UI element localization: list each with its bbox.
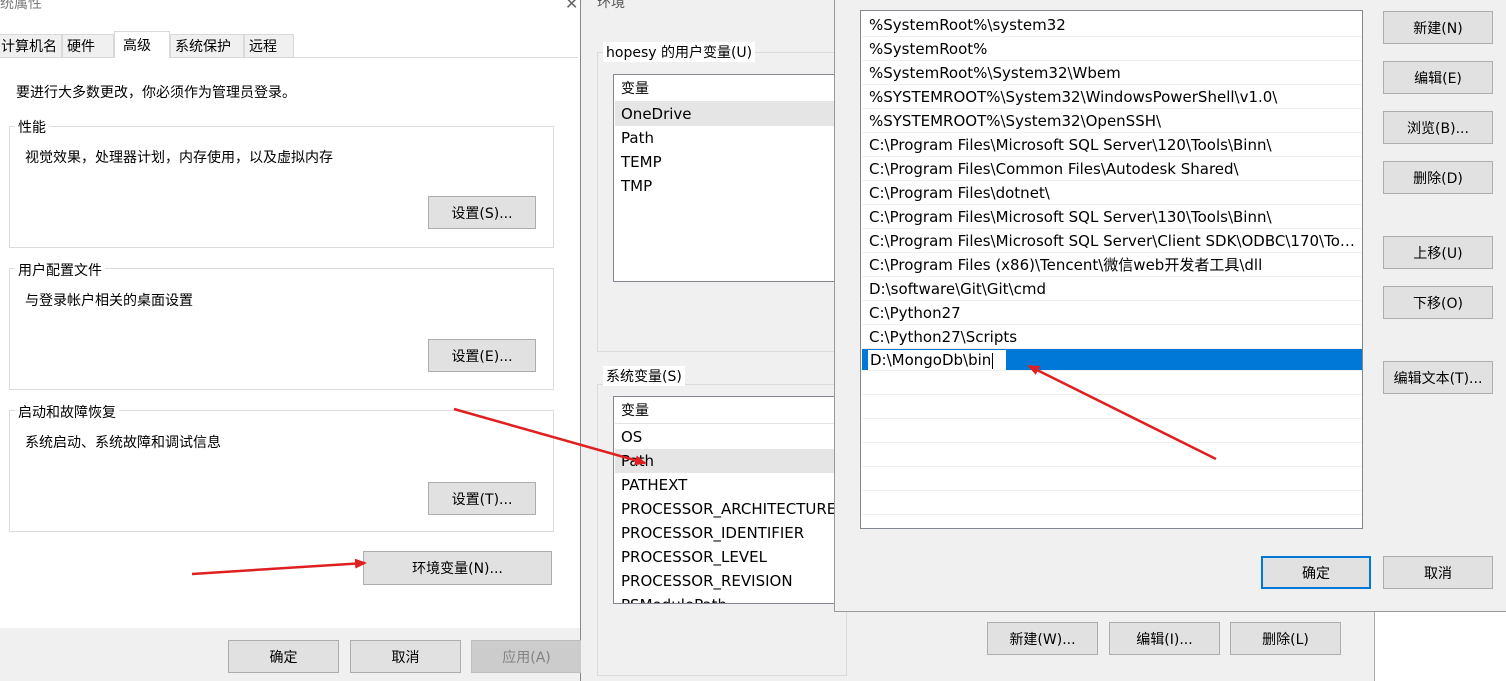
apply-button[interactable]: 应用(A) (471, 640, 582, 673)
path-edit-field[interactable]: D:\MongoDb\bin (867, 349, 1007, 370)
edit-text-button[interactable]: 编辑文本(T)... (1383, 361, 1493, 394)
move-down-button[interactable]: 下移(O) (1383, 286, 1493, 319)
system-vars-title: 系统变量(S) (603, 366, 685, 386)
path-entry[interactable]: C:\Program Files\dotnet\ (862, 181, 1362, 205)
list-item[interactable]: PSModulePath (615, 593, 842, 603)
cancel-button[interactable]: 取消 (350, 640, 461, 673)
edit-variable-button[interactable]: 编辑(I)... (1109, 622, 1220, 655)
user-vars-header[interactable]: 变量 (615, 76, 835, 102)
performance-title: 性能 (15, 117, 49, 137)
list-item[interactable]: OneDrive (615, 102, 842, 126)
path-entry[interactable]: C:\Program Files\Microsoft SQL Server\Cl… (862, 229, 1362, 253)
empty-row (862, 491, 1362, 515)
advanced-panel: 要进行大多数更改，你必须作为管理员登录。 性能 视觉效果，处理器计划，内存使用，… (0, 57, 578, 623)
window-title: 统属性 (0, 0, 42, 12)
path-entry[interactable]: C:\Program Files\Microsoft SQL Server\12… (862, 133, 1362, 157)
performance-group (9, 126, 554, 248)
ok-button[interactable]: 确定 (1261, 556, 1371, 589)
browse-button[interactable]: 浏览(B)... (1383, 111, 1493, 144)
tab-computer-name[interactable]: 计算机名 (0, 34, 62, 57)
path-entry[interactable]: C:\Program Files\Microsoft SQL Server\13… (862, 205, 1362, 229)
user-profile-settings-button[interactable]: 设置(E)... (428, 339, 536, 372)
path-entry[interactable]: %SystemRoot%\system32 (862, 13, 1362, 37)
user-vars-list[interactable]: 变量 OneDrive Path TEMP TMP (613, 74, 843, 282)
system-vars-list[interactable]: 变量 OS Path PATHEXT PROCESSOR_ARCHITECTUR… (613, 396, 843, 604)
window-title: 环境 (597, 0, 625, 11)
startup-recovery-desc: 系统启动、系统故障和调试信息 (25, 435, 221, 451)
user-profile-desc: 与登录帐户相关的桌面设置 (25, 293, 193, 309)
list-item[interactable]: Path (615, 126, 842, 150)
user-vars-title: hopesy 的用户变量(U) (603, 42, 756, 62)
edit-path-button[interactable]: 编辑(E) (1383, 61, 1493, 94)
path-entry[interactable]: %SystemRoot%\System32\Wbem (862, 61, 1362, 85)
path-entry[interactable]: %SYSTEMROOT%\System32\OpenSSH\ (862, 109, 1362, 133)
new-path-button[interactable]: 新建(N) (1383, 11, 1493, 44)
path-entry-selected[interactable]: D:\MongoDb\bin (862, 349, 1362, 371)
path-entry[interactable]: %SYSTEMROOT%\System32\WindowsPowerShell\… (862, 85, 1362, 109)
list-item[interactable]: Path (615, 449, 842, 473)
path-entry[interactable]: D:\software\Git\Git\cmd (862, 277, 1362, 301)
path-entries-list[interactable]: %SystemRoot%\system32 %SystemRoot% %Syst… (860, 10, 1363, 529)
path-entry[interactable]: C:\Python27\Scripts (862, 325, 1362, 349)
ok-button[interactable]: 确定 (228, 640, 339, 673)
cancel-button[interactable]: 取消 (1383, 556, 1493, 589)
move-up-button[interactable]: 上移(U) (1383, 236, 1493, 269)
empty-row (862, 443, 1362, 467)
environment-variables-button[interactable]: 环境变量(N)... (363, 551, 552, 585)
delete-variable-button[interactable]: 删除(L) (1230, 622, 1341, 655)
edit-path-window: %SystemRoot%\system32 %SystemRoot% %Syst… (834, 0, 1506, 612)
list-item[interactable]: PROCESSOR_LEVEL (615, 545, 842, 569)
list-item[interactable]: PROCESSOR_IDENTIFIER (615, 521, 842, 545)
startup-recovery-title: 启动和故障恢复 (15, 402, 119, 422)
empty-row (862, 419, 1362, 443)
list-item[interactable]: PATHEXT (615, 473, 842, 497)
path-entry[interactable]: C:\Program Files (x86)\Tencent\微信web开发者工… (862, 253, 1362, 277)
performance-settings-button[interactable]: 设置(S)... (428, 196, 536, 229)
tab-hardware[interactable]: 硬件 (62, 34, 114, 57)
empty-row (862, 371, 1362, 395)
performance-desc: 视觉效果，处理器计划，内存使用，以及虚拟内存 (25, 150, 333, 166)
user-profile-title: 用户配置文件 (15, 260, 105, 280)
new-variable-button[interactable]: 新建(W)... (987, 622, 1098, 655)
delete-path-button[interactable]: 删除(D) (1383, 161, 1493, 194)
list-item[interactable]: OS (615, 425, 842, 449)
admin-note: 要进行大多数更改，你必须作为管理员登录。 (16, 85, 296, 101)
tab-advanced[interactable]: 高级 (114, 31, 170, 58)
tab-bar: 计算机名 硬件 高级 系统保护 远程 (0, 31, 580, 58)
system-vars-header[interactable]: 变量 (615, 398, 835, 424)
empty-row (862, 395, 1362, 419)
list-item[interactable]: PROCESSOR_REVISION (615, 569, 842, 593)
startup-settings-button[interactable]: 设置(T)... (428, 482, 536, 515)
list-item[interactable]: TMP (615, 174, 842, 198)
path-entry[interactable]: C:\Python27 (862, 301, 1362, 325)
tab-system-protection[interactable]: 系统保护 (170, 34, 244, 57)
path-entry[interactable]: C:\Program Files\Common Files\Autodesk S… (862, 157, 1362, 181)
list-item[interactable]: TEMP (615, 150, 842, 174)
system-properties-window: 统属性 ✕ 计算机名 硬件 高级 系统保护 远程 要进行大多数更改，你必须作为管… (0, 0, 582, 681)
empty-row (862, 467, 1362, 491)
list-item[interactable]: PROCESSOR_ARCHITECTURE (615, 497, 842, 521)
path-entry[interactable]: %SystemRoot% (862, 37, 1362, 61)
close-icon[interactable]: ✕ (565, 0, 578, 13)
footer: 确定 取消 应用(A) (0, 628, 582, 681)
path-edit-value: D:\MongoDb\bin (870, 351, 992, 369)
text-caret (992, 352, 994, 369)
tab-remote[interactable]: 远程 (244, 34, 294, 57)
